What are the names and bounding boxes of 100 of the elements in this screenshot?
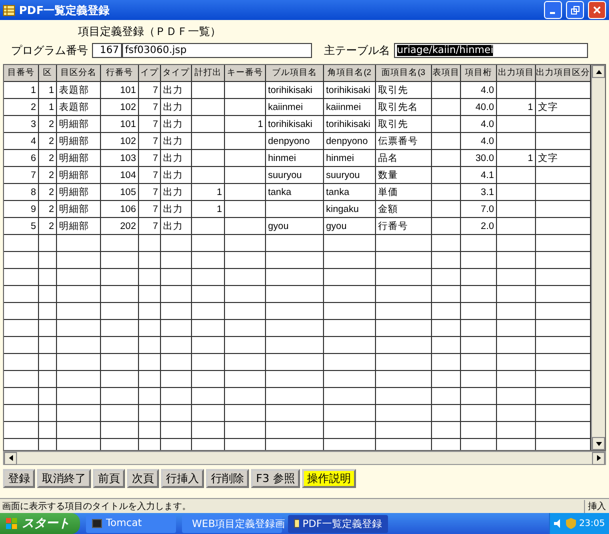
- table-cell-text: 4.1: [480, 168, 495, 182]
- table-cell-text: 表題部: [58, 100, 90, 114]
- up-arrow-icon: [596, 68, 602, 74]
- close-icon: [593, 6, 601, 14]
- input-field[interactable]: fsf03060.jsp: [122, 42, 312, 58]
- table-cell-text: 表題部: [58, 84, 90, 98]
- table-cell-text: 明細部: [58, 134, 90, 148]
- table-cell-text: 7: [152, 134, 159, 148]
- table-cell-text: 7: [152, 202, 159, 216]
- column-header: 計打出: [192, 65, 225, 82]
- table-cell-text: 1: [216, 202, 223, 216]
- horizontal-scrollbar[interactable]: [3, 451, 606, 465]
- table-cell-text: 文字: [537, 100, 559, 114]
- minimize-button[interactable]: [544, 1, 562, 19]
- column-header: 出力項目: [497, 65, 536, 82]
- table-cell-text: kaiinmei: [267, 100, 304, 114]
- table-cell-text: 2: [30, 100, 37, 114]
- table-cell-text: 4.0: [480, 118, 495, 132]
- close-button[interactable]: [588, 1, 606, 19]
- vertical-scrollbar[interactable]: [591, 65, 605, 450]
- flag-icon: [6, 518, 18, 530]
- toolbar-button[interactable]: 行削除: [206, 469, 249, 488]
- toolbar-button[interactable]: F3 参照: [251, 469, 300, 488]
- column-header: 角項目名(2: [324, 65, 376, 82]
- table-cell-text: 文字: [537, 152, 559, 166]
- table-cell-text: 103: [119, 152, 137, 166]
- toolbar-button[interactable]: 行挿入: [161, 469, 204, 488]
- table-cell-text: 2: [48, 220, 55, 234]
- taskbar-button[interactable]: Tomcat: [86, 514, 176, 532]
- table-cell-text: denpyono: [325, 134, 369, 148]
- table-cell-text: 7: [152, 220, 159, 234]
- left-arrow-icon: [8, 455, 14, 461]
- table-cell-text: 出力: [162, 118, 184, 132]
- table-cell-text: 9: [30, 202, 37, 216]
- table-cell-text: kingaku: [325, 202, 360, 216]
- table-cell-text: 4.0: [480, 134, 495, 148]
- table-cell-text: hinmei: [267, 152, 297, 166]
- table-cell-text: suuryou: [325, 168, 361, 182]
- table-cell-text: 1: [48, 84, 55, 98]
- restore-button[interactable]: [566, 1, 584, 19]
- table-cell-text: 3.1: [480, 186, 495, 200]
- input-field[interactable]: 167: [92, 42, 122, 58]
- table-cell-text: kaiinmei: [325, 100, 362, 114]
- restore-icon: [570, 6, 580, 14]
- column-header: 面項目名(3: [376, 65, 432, 82]
- field-label: 主テーブル名: [324, 42, 390, 58]
- column-header: イプ: [139, 65, 161, 82]
- table-cell-text: 出力: [162, 100, 184, 114]
- table-cell-text: 2: [48, 152, 55, 166]
- table-cell-text: 2: [48, 118, 55, 132]
- table-cell-text: 取引先: [377, 118, 409, 132]
- column-header: 項目桁: [461, 65, 497, 82]
- table-cell-text: 4: [30, 134, 37, 148]
- table-cell-text: 数量: [377, 168, 399, 182]
- table-cell-text: 単価: [377, 186, 399, 200]
- clock: 23:05: [579, 518, 605, 528]
- table-cell-text: 101: [119, 84, 137, 98]
- table-cell-text: 伝票番号: [377, 134, 419, 148]
- table-cell-text: 2: [48, 202, 55, 216]
- table-cell-text: hinmei: [325, 152, 355, 166]
- table-cell-text: 2.0: [480, 220, 495, 234]
- table-cell-text: 1: [216, 186, 223, 200]
- status-message: 画面に表示する項目のタイトルを入力します。: [1, 500, 192, 512]
- column-header: 区: [39, 65, 57, 82]
- table-cell-text: 金額: [377, 202, 399, 216]
- table-cell-text: torihikisaki: [325, 84, 372, 98]
- table-cell-text: gyou: [325, 220, 348, 234]
- table-cell-text: denpyono: [267, 134, 311, 148]
- right-arrow-icon: [596, 455, 602, 461]
- table-cell-text: 明細部: [58, 168, 90, 182]
- table-cell-text: 取引先名: [377, 100, 419, 114]
- table-cell-text: 出力: [162, 186, 184, 200]
- table-cell-text: 出力: [162, 134, 184, 148]
- table-cell-text: 40.0: [474, 100, 495, 114]
- table-cell-text: 7: [152, 118, 159, 132]
- taskbar-button[interactable]: PDF一覧定義登録: [288, 514, 388, 532]
- column-header: 目区分名: [57, 65, 101, 82]
- column-header: 行番号: [101, 65, 139, 82]
- table-cell-text: 1: [526, 100, 534, 114]
- table-cell-text: 7.0: [480, 202, 495, 216]
- table-cell-text: 5: [30, 220, 37, 234]
- window-title: PDF一覧定義登録: [19, 2, 111, 18]
- table-cell-text: 106: [119, 202, 137, 216]
- toolbar-button[interactable]: 操作説明: [302, 469, 356, 488]
- toolbar-button[interactable]: 前頁: [93, 469, 125, 488]
- table-cell-text: 7: [152, 84, 159, 98]
- toolbar-button[interactable]: 登録: [3, 469, 35, 488]
- table-cell-text: torihikisaki: [267, 118, 314, 132]
- column-header: 表項目: [432, 65, 461, 82]
- table-cell-text: 出力: [162, 84, 184, 98]
- table-cell-text: 明細部: [58, 202, 90, 216]
- toolbar-button[interactable]: 取消終了: [37, 469, 91, 488]
- table-cell-text: 出力: [162, 220, 184, 234]
- table-cell-text: 出力: [162, 168, 184, 182]
- table-cell-text: 1: [526, 152, 534, 166]
- table-cell-text: 7: [152, 152, 159, 166]
- table-cell-text: torihikisaki: [325, 118, 372, 132]
- input-field[interactable]: uriage/kaiin/hinmei: [394, 42, 588, 58]
- toolbar-button[interactable]: 次頁: [127, 469, 159, 488]
- table-cell-text: 7: [152, 186, 159, 200]
